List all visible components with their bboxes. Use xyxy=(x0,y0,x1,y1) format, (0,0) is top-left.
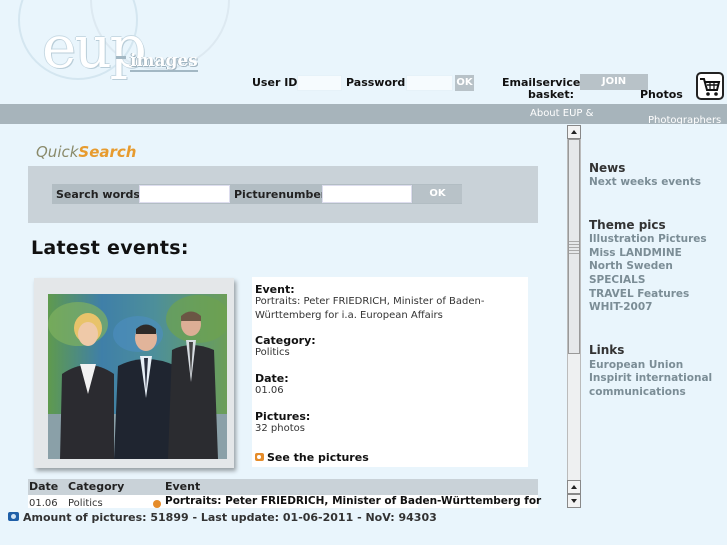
latest-events-title: Latest events: xyxy=(31,237,189,259)
category-value: Politics xyxy=(255,347,290,358)
login-ok-button[interactable]: OK xyxy=(455,75,474,91)
links-heading: Links xyxy=(589,343,625,357)
join-button[interactable]: JOIN xyxy=(580,74,648,90)
date-value: 01.06 xyxy=(255,385,284,396)
table-header-event[interactable]: Event xyxy=(165,480,200,493)
header: eup images User ID Password OK Emailserv… xyxy=(0,0,727,104)
link-european-union[interactable]: European Union xyxy=(589,359,683,371)
password-input[interactable] xyxy=(406,75,453,91)
basket-label: basket: xyxy=(528,88,574,101)
password-label: Password xyxy=(346,76,406,89)
scrollbar-grip xyxy=(569,240,579,254)
quicksearch-ok-button[interactable]: OK xyxy=(413,185,462,203)
table-cell-category: Politics xyxy=(68,498,103,509)
news-heading: News xyxy=(589,161,626,175)
table-cell-date: 01.06 xyxy=(29,498,58,509)
theme-link-illustration[interactable]: Illustration Pictures xyxy=(589,233,707,245)
nav-item-photographers[interactable]: Photographers xyxy=(648,115,721,124)
link-inspirit[interactable]: Inspirit international xyxy=(589,372,712,384)
see-pictures-label: See the pictures xyxy=(267,451,369,464)
logo-subtext[interactable]: images xyxy=(130,52,198,72)
basket-photos-label: Photos xyxy=(640,88,683,101)
logo-dash xyxy=(116,56,126,59)
camera-icon xyxy=(255,453,264,461)
theme-link-travel[interactable]: TRAVEL Features xyxy=(589,288,689,300)
search-words-label: Search words xyxy=(56,188,140,201)
theme-link-north-sweden[interactable]: North Sweden xyxy=(589,260,673,272)
theme-link-whit-2007[interactable]: WHIT-2007 xyxy=(589,301,652,313)
see-pictures-link[interactable]: See the pictures xyxy=(255,451,369,464)
nav-item-about[interactable]: About EUP & xyxy=(530,108,593,119)
quicksearch-title: QuickSearch xyxy=(36,143,137,161)
footer-status: Amount of pictures: 51899 - Last update:… xyxy=(8,511,437,524)
link-communications[interactable]: communications xyxy=(589,386,686,398)
theme-link-miss-landmine[interactable]: Miss LANDMINE xyxy=(589,247,682,259)
picturenumber-input[interactable] xyxy=(322,185,412,203)
table-header-date[interactable]: Date xyxy=(29,480,58,493)
camera-icon xyxy=(153,500,161,508)
pictures-value: 32 photos xyxy=(255,423,305,434)
footer-status-text: Amount of pictures: 51899 - Last update:… xyxy=(23,511,437,524)
event-value: Portraits: Peter FRIEDRICH, Minister of … xyxy=(255,296,485,321)
theme-link-specials[interactable]: SPECIALS xyxy=(589,274,645,286)
userid-input[interactable] xyxy=(297,75,342,91)
theme-pics-heading: Theme pics xyxy=(589,218,666,232)
picturenumber-label: Picturenumber xyxy=(234,188,327,201)
camera-icon xyxy=(8,512,19,521)
table-cell-event[interactable]: Portraits: Peter FRIEDRICH, Minister of … xyxy=(165,495,541,507)
scroll-up-button[interactable] xyxy=(567,125,581,139)
search-words-input[interactable] xyxy=(139,185,230,203)
event-photo[interactable] xyxy=(48,294,227,459)
news-link-next-weeks[interactable]: Next weeks events xyxy=(589,176,701,188)
table-header-category[interactable]: Category xyxy=(68,480,124,493)
quicksearch-title-part2: Search xyxy=(78,143,137,161)
scroll-up-button[interactable] xyxy=(567,480,581,494)
shopping-cart-icon[interactable] xyxy=(696,72,724,100)
nav-bar: About EUP & Photographers xyxy=(0,104,727,124)
scroll-down-button[interactable] xyxy=(567,494,581,508)
quicksearch-title-part1: Quick xyxy=(36,143,79,161)
userid-label: User ID xyxy=(252,76,298,89)
